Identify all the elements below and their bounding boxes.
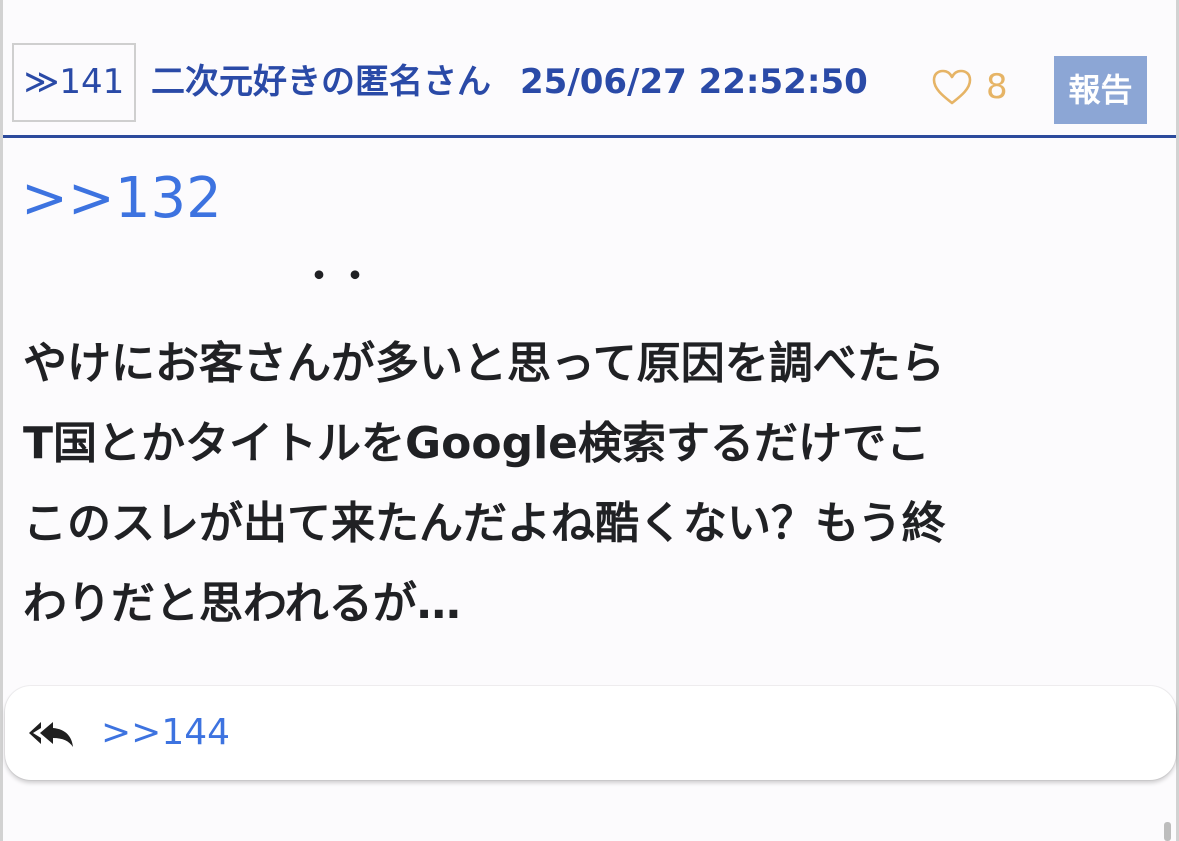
- replies-card: >>144: [5, 686, 1176, 780]
- post-body-line: このスレが出て来たんだよね酷くない？もう終: [23, 498, 946, 549]
- post-body-line: わりだと思われるが…: [23, 578, 461, 629]
- report-button[interactable]: 報告: [1054, 56, 1147, 124]
- thread-post-page: ≫141 二次元好きの匿名さん 25/06/27 22:52:50 8 報告 >…: [0, 0, 1179, 841]
- post-body-line: T国とかタイトルをGoogle検索するだけでこ: [23, 418, 931, 469]
- scrollbar[interactable]: [1164, 822, 1171, 841]
- reply-link-144[interactable]: >>144: [101, 710, 230, 756]
- poster-name: 二次元好きの匿名さん: [151, 62, 491, 102]
- heart-outline-icon: [932, 69, 972, 105]
- anchor-link-132[interactable]: >>132: [21, 164, 222, 234]
- post-header: ≫141 二次元好きの匿名さん 25/06/27 22:52:50 8 報告: [3, 40, 1176, 138]
- post-dots: ・・: [301, 256, 374, 297]
- post-body-line: やけにお客さんが多いと思って原因を調べたら: [23, 338, 945, 389]
- reply-all-icon: [29, 722, 73, 747]
- like-count: 8: [986, 67, 1008, 107]
- res-number-button[interactable]: ≫141: [12, 43, 136, 122]
- post-body: やけにお客さんが多いと思って原因を調べたら T国とかタイトルをGoogle検索す…: [23, 324, 1161, 644]
- post-date: 25/06/27 22:52:50: [520, 62, 868, 102]
